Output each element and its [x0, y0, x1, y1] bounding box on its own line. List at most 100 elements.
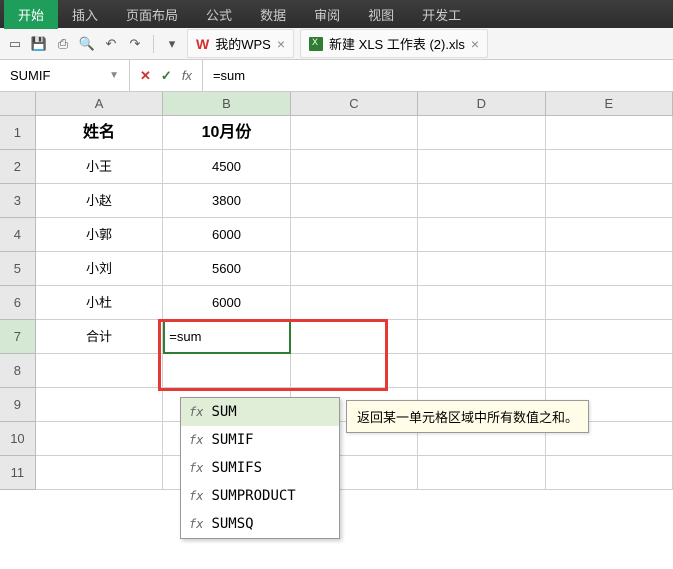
table-row: 2 小王 4500 — [0, 150, 673, 184]
cell-d1[interactable] — [418, 116, 545, 150]
autocomplete-item-sumif[interactable]: fxSUMIF — [181, 426, 339, 454]
cell-c3[interactable] — [291, 184, 418, 218]
close-icon[interactable]: × — [277, 36, 285, 52]
cell[interactable] — [36, 422, 163, 456]
cell-d7[interactable] — [418, 320, 545, 354]
doc-tab-wps[interactable]: W 我的WPS × — [187, 29, 294, 58]
ribbon-tab-review[interactable]: 审阅 — [300, 0, 354, 29]
col-header-d[interactable]: D — [418, 92, 545, 115]
cell-e4[interactable] — [546, 218, 673, 252]
cell[interactable] — [36, 456, 163, 490]
cell-d5[interactable] — [418, 252, 545, 286]
cancel-icon[interactable]: ✕ — [140, 68, 151, 84]
cell[interactable] — [36, 388, 163, 422]
cell-d6[interactable] — [418, 286, 545, 320]
cell-e7[interactable] — [546, 320, 673, 354]
function-tooltip: 返回某一单元格区域中所有数值之和。 — [346, 400, 589, 433]
cell-d2[interactable] — [418, 150, 545, 184]
dropdown-icon[interactable]: ▾ — [163, 35, 181, 53]
row-header-4[interactable]: 4 — [0, 218, 36, 252]
row-header-2[interactable]: 2 — [0, 150, 36, 184]
ribbon-tab-formula[interactable]: 公式 — [192, 0, 246, 29]
separator — [153, 35, 154, 53]
table-row: 8 — [0, 354, 673, 388]
row-header-5[interactable]: 5 — [0, 252, 36, 286]
row-header-8[interactable]: 8 — [0, 354, 36, 388]
cell[interactable] — [546, 456, 673, 490]
cell-d3[interactable] — [418, 184, 545, 218]
row-header-10[interactable]: 10 — [0, 422, 36, 456]
cell[interactable] — [291, 354, 418, 388]
print-icon[interactable]: ⎙ — [54, 35, 72, 53]
cell[interactable] — [163, 354, 290, 388]
fx-icon: fx — [189, 433, 203, 447]
cell-b3[interactable]: 3800 — [163, 184, 290, 218]
cell-e1[interactable] — [546, 116, 673, 150]
ribbon-tab-layout[interactable]: 页面布局 — [112, 0, 192, 29]
cell-c7[interactable] — [291, 320, 418, 354]
ribbon-tab-start[interactable]: 开始 — [4, 0, 58, 29]
row-header-1[interactable]: 1 — [0, 116, 36, 150]
doc-tab-xls[interactable]: 新建 XLS 工作表 (2).xls × — [300, 29, 488, 58]
cell-a1[interactable]: 姓名 — [36, 116, 163, 150]
ribbon-tab-view[interactable]: 视图 — [354, 0, 408, 29]
cell[interactable] — [36, 354, 163, 388]
col-header-a[interactable]: A — [36, 92, 163, 115]
name-box[interactable]: SUMIF ▼ — [0, 60, 130, 91]
cell-a5[interactable]: 小刘 — [36, 252, 163, 286]
cell-a3[interactable]: 小赵 — [36, 184, 163, 218]
quick-toolbar: ▭ 💾 ⎙ 🔍 ↶ ↷ ▾ W 我的WPS × 新建 XLS 工作表 (2).x… — [0, 28, 673, 60]
cell-d4[interactable] — [418, 218, 545, 252]
autocomplete-item-sum[interactable]: fxSUM — [181, 398, 339, 426]
fx-icon: fx — [189, 489, 203, 503]
cell[interactable] — [546, 354, 673, 388]
cell-e6[interactable] — [546, 286, 673, 320]
row-header-6[interactable]: 6 — [0, 286, 36, 320]
cell-c5[interactable] — [291, 252, 418, 286]
cell-c2[interactable] — [291, 150, 418, 184]
autocomplete-item-sumsq[interactable]: fxSUMSQ — [181, 510, 339, 538]
cell-e2[interactable] — [546, 150, 673, 184]
col-header-e[interactable]: E — [546, 92, 673, 115]
col-header-b[interactable]: B — [163, 92, 290, 115]
ribbon-tab-dev[interactable]: 开发工 — [408, 0, 475, 29]
cell-b4[interactable]: 6000 — [163, 218, 290, 252]
chevron-down-icon[interactable]: ▼ — [109, 70, 119, 81]
ribbon-tab-insert[interactable]: 插入 — [58, 0, 112, 29]
cell-a7[interactable]: 合计 — [36, 320, 163, 354]
cell-a6[interactable]: 小杜 — [36, 286, 163, 320]
autocomplete-item-sumproduct[interactable]: fxSUMPRODUCT — [181, 482, 339, 510]
cell-c6[interactable] — [291, 286, 418, 320]
col-header-c[interactable]: C — [291, 92, 418, 115]
cell-c4[interactable] — [291, 218, 418, 252]
cell[interactable] — [418, 354, 545, 388]
cell-b6[interactable]: 6000 — [163, 286, 290, 320]
cell-b7-active[interactable]: =sum — [163, 320, 290, 354]
save-icon[interactable]: 💾 — [30, 35, 48, 53]
cell-b1[interactable]: 10月份 — [163, 116, 290, 150]
select-all-corner[interactable] — [0, 92, 36, 115]
fx-icon[interactable]: fx — [182, 68, 192, 83]
new-icon[interactable]: ▭ — [6, 35, 24, 53]
name-box-value: SUMIF — [10, 68, 50, 83]
cell-e3[interactable] — [546, 184, 673, 218]
confirm-icon[interactable]: ✓ — [161, 68, 172, 84]
cell-c1[interactable] — [291, 116, 418, 150]
cell-b2[interactable]: 4500 — [163, 150, 290, 184]
row-header-9[interactable]: 9 — [0, 388, 36, 422]
cell-b5[interactable]: 5600 — [163, 252, 290, 286]
row-header-3[interactable]: 3 — [0, 184, 36, 218]
row-header-11[interactable]: 11 — [0, 456, 36, 490]
ribbon-tab-data[interactable]: 数据 — [246, 0, 300, 29]
autocomplete-item-sumifs[interactable]: fxSUMIFS — [181, 454, 339, 482]
close-icon[interactable]: × — [471, 36, 479, 52]
preview-icon[interactable]: 🔍 — [78, 35, 96, 53]
cell-a2[interactable]: 小王 — [36, 150, 163, 184]
formula-input[interactable]: =sum — [203, 60, 673, 91]
cell[interactable] — [418, 456, 545, 490]
cell-e5[interactable] — [546, 252, 673, 286]
undo-icon[interactable]: ↶ — [102, 35, 120, 53]
row-header-7[interactable]: 7 — [0, 320, 36, 354]
redo-icon[interactable]: ↷ — [126, 35, 144, 53]
cell-a4[interactable]: 小郭 — [36, 218, 163, 252]
